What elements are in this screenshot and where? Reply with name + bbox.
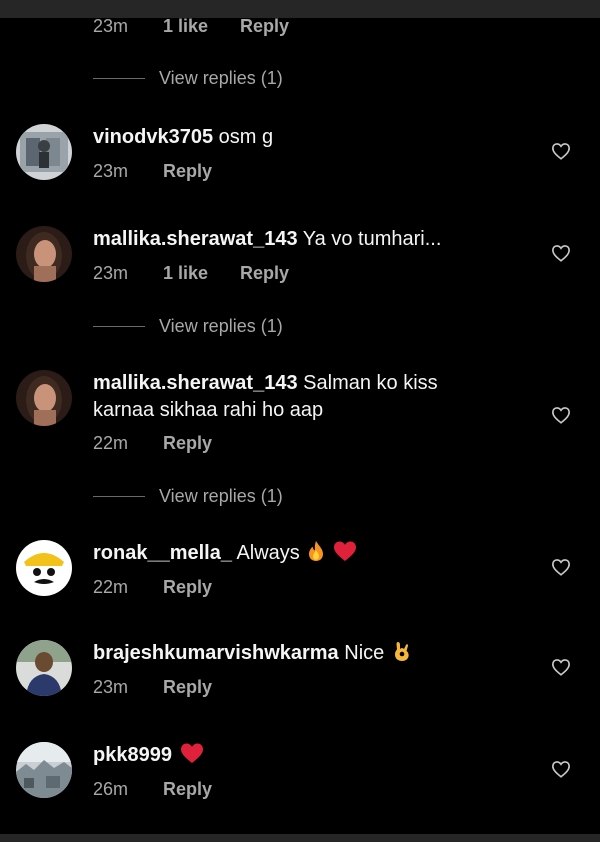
avatar[interactable] — [16, 540, 72, 596]
comment-meta: 23m 1 like Reply — [93, 263, 289, 284]
top-bar — [0, 0, 600, 18]
avatar[interactable] — [16, 640, 72, 696]
comment-username[interactable]: vinodvk3705 — [93, 126, 213, 148]
comment-likes[interactable]: 1 like — [163, 263, 240, 284]
heart-outline-icon[interactable] — [551, 658, 575, 680]
comment-meta: 23m Reply — [93, 161, 212, 182]
reply-button[interactable]: Reply — [240, 263, 289, 284]
bottom-bar — [0, 834, 600, 842]
comment-username[interactable]: pkk8999 — [93, 744, 172, 766]
heart-outline-icon[interactable] — [551, 244, 575, 266]
comment-meta: 22m Reply — [93, 577, 212, 598]
avatar-image — [16, 226, 72, 282]
view-replies-label: View replies (1) — [159, 316, 283, 336]
comment-time: 23m — [93, 18, 129, 36]
comment-text: Ya vo tumhari... — [302, 228, 442, 250]
reply-button[interactable]: Reply — [163, 779, 212, 800]
reply-button[interactable]: Reply — [163, 433, 212, 454]
comment-time: 22m — [93, 433, 129, 453]
comment-username[interactable]: mallika.sherawat_143 — [93, 228, 298, 250]
comment-time: 23m — [93, 263, 129, 283]
heart-outline-icon[interactable] — [551, 406, 575, 428]
divider-line — [93, 496, 145, 497]
view-replies-label: View replies (1) — [159, 486, 283, 506]
comment-meta: 26m Reply — [93, 779, 212, 800]
comment-username[interactable]: brajeshkumarvishwkarma — [93, 642, 339, 664]
red-heart-emoji — [333, 540, 357, 570]
comment-meta: 23m Reply — [93, 677, 212, 698]
comment-text: osm g — [218, 126, 274, 148]
comment-time: 26m — [93, 779, 129, 799]
comment-time: 22m — [93, 577, 129, 597]
avatar[interactable] — [16, 742, 72, 798]
reply-button[interactable]: Reply — [163, 161, 212, 182]
comment-meta: 23m 1 like Reply — [93, 18, 289, 37]
comment-time: 23m — [93, 161, 129, 181]
view-replies-label: View replies (1) — [159, 68, 283, 88]
view-replies-button[interactable]: View replies (1) — [93, 316, 283, 337]
reply-button[interactable]: Reply — [240, 18, 289, 37]
avatar[interactable] — [16, 370, 72, 426]
view-replies-button[interactable]: View replies (1) — [93, 68, 283, 89]
comment-likes[interactable]: 1 like — [163, 18, 240, 37]
heart-outline-icon[interactable] — [551, 142, 575, 164]
ok-hand-emoji — [392, 640, 412, 670]
avatar-image — [16, 124, 72, 180]
divider-line — [93, 78, 145, 79]
reply-button[interactable]: Reply — [163, 677, 212, 698]
comments-list[interactable]: 23m 1 like Reply View replies (1) vinodv… — [0, 18, 600, 834]
avatar[interactable] — [16, 124, 72, 180]
view-replies-button[interactable]: View replies (1) — [93, 486, 283, 507]
comment-text: Always — [236, 542, 300, 564]
reply-button[interactable]: Reply — [163, 577, 212, 598]
comment-meta: 22m Reply — [93, 433, 212, 454]
comment-username[interactable]: mallika.sherawat_143 — [93, 372, 298, 394]
red-heart-emoji — [180, 742, 204, 772]
comment-username[interactable]: ronak__mella_ — [93, 542, 232, 564]
heart-outline-icon[interactable] — [551, 558, 575, 580]
heart-outline-icon[interactable] — [551, 760, 575, 782]
avatar-image — [16, 742, 72, 798]
avatar-image — [16, 540, 72, 596]
comment-text: Nice — [344, 642, 385, 664]
avatar[interactable] — [16, 226, 72, 282]
fire-emoji — [307, 540, 325, 570]
comment-time: 23m — [93, 677, 129, 697]
divider-line — [93, 326, 145, 327]
avatar-image — [16, 640, 72, 696]
avatar-image — [16, 370, 72, 426]
